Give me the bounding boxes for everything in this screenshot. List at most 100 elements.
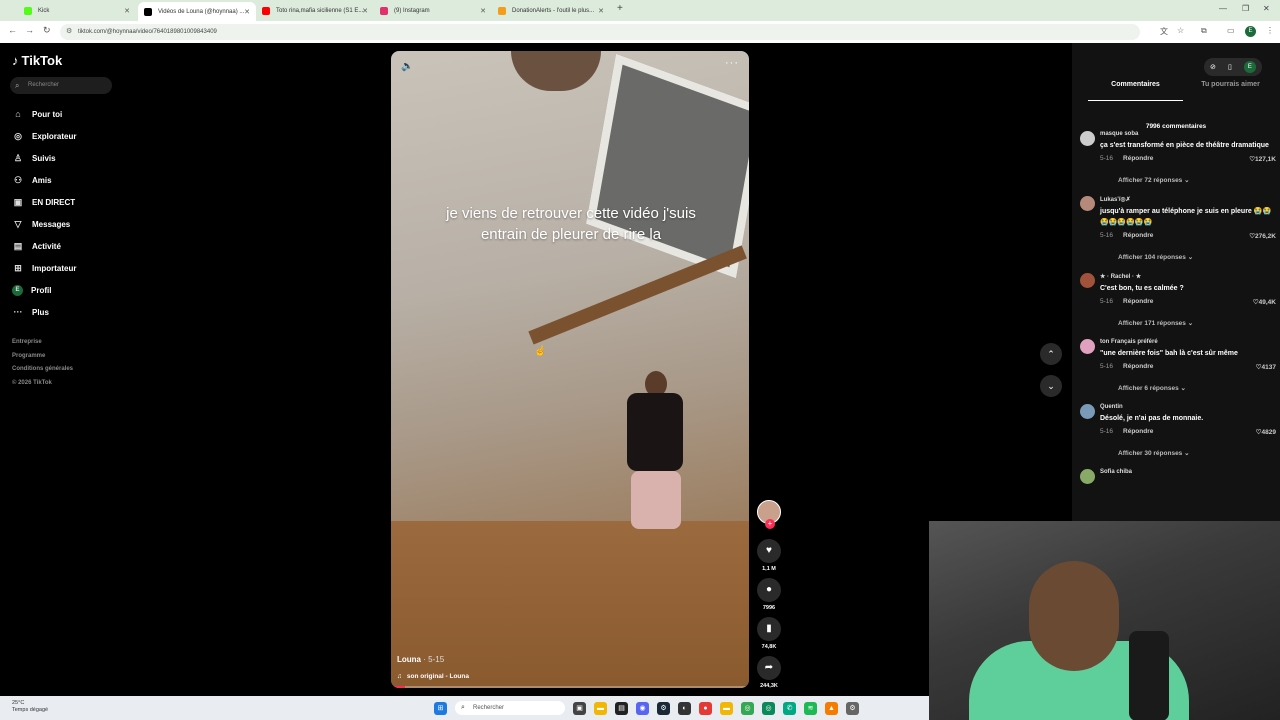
translate-icon[interactable]: 文	[1160, 26, 1168, 37]
close-tab-icon[interactable]: ✕	[362, 7, 368, 15]
show-replies-button[interactable]: Afficher 171 réponses ⌄	[1100, 319, 1276, 327]
video-progress-bar[interactable]	[391, 686, 749, 688]
commenter-name[interactable]: ton Français préféré	[1100, 339, 1276, 345]
sidebar-item-profil[interactable]: E Profil	[12, 279, 76, 301]
browser-tab[interactable]: Toto rina,mafia sicilienne (S1 E... ✕	[256, 3, 374, 18]
chrome-icon[interactable]: ◎	[741, 701, 754, 715]
like-action[interactable]: ♥ 1,1 M	[756, 539, 782, 578]
commenter-name[interactable]: Lukas'/◎✗	[1100, 196, 1276, 203]
commenter-avatar[interactable]	[1080, 273, 1095, 288]
profile-avatar[interactable]: E	[1245, 26, 1256, 37]
save-action[interactable]: ▮ 74,8K	[756, 617, 782, 656]
sidebar-item-amis[interactable]: ⚇ Amis	[12, 169, 76, 191]
browser-tab-active[interactable]: Vidéos de Louna (@hoynnaa) ... ✕	[138, 2, 256, 21]
browser-menu-icon[interactable]: ⋮	[1266, 26, 1274, 35]
sound-link[interactable]: ♫ son original - Louna	[397, 673, 469, 680]
url-field[interactable]: ⚙ tiktok.com/@hoynnaa/video/764018980100…	[60, 24, 1140, 40]
show-replies-button[interactable]: Afficher 72 réponses ⌄	[1100, 176, 1276, 184]
comment-like-button[interactable]: ♡4137	[1256, 363, 1276, 371]
share-action[interactable]: ➦ 244,3K	[756, 656, 782, 695]
sidebar-item-activite[interactable]: ▤ Activité	[12, 235, 76, 257]
sidebar-item-messages[interactable]: ▽ Messages	[12, 213, 76, 235]
panel-profile-avatar[interactable]: E	[1243, 61, 1256, 73]
close-window-icon[interactable]: ✕	[1263, 4, 1270, 13]
discord-icon[interactable]: ◉	[636, 701, 649, 715]
chrome-profile-icon[interactable]: ◎	[762, 701, 775, 715]
site-info-icon[interactable]: ⚙	[66, 24, 72, 40]
author-avatar-action[interactable]: +	[756, 500, 782, 539]
reply-button[interactable]: Répondre	[1123, 363, 1153, 370]
tab-suggested[interactable]: Tu pourrais aimer	[1183, 81, 1278, 101]
footer-link[interactable]: Entreprise	[12, 336, 73, 350]
close-tab-icon[interactable]: ✕	[244, 8, 250, 16]
browser-tab[interactable]: Kick ✕	[18, 3, 136, 18]
terminal-icon[interactable]: ▤	[615, 701, 628, 715]
search-input[interactable]: ⌕ Rechercher	[10, 77, 112, 94]
comment-like-button[interactable]: ♡127,1K	[1249, 155, 1276, 163]
sidebar-item-pour-toi[interactable]: ⌂ Pour toi	[12, 103, 76, 125]
reload-icon[interactable]: ↻	[43, 25, 51, 36]
sidebar-item-importateur[interactable]: ⊞ Importateur	[12, 257, 76, 279]
close-tab-icon[interactable]: ✕	[598, 7, 604, 15]
steam-icon[interactable]: ⚙	[657, 701, 670, 715]
share-icon[interactable]: ➦	[757, 656, 781, 680]
phone-icon[interactable]: ▯	[1228, 63, 1232, 71]
comment-like-button[interactable]: ♡4829	[1256, 428, 1276, 436]
sidebar-item-explorateur[interactable]: ◎ Explorateur	[12, 125, 76, 147]
heart-icon[interactable]: ♥	[757, 539, 781, 563]
sidebar-item-suivis[interactable]: ♙ Suivis	[12, 147, 76, 169]
extensions-icon[interactable]: ⧉	[1201, 26, 1207, 36]
minimize-icon[interactable]: —	[1219, 4, 1227, 13]
browser-tab[interactable]: DonationAlerts - l'outil le plus... ✕	[492, 3, 610, 18]
commenter-avatar[interactable]	[1080, 196, 1095, 211]
browser-tab[interactable]: (9) Instagram ✕	[374, 3, 492, 18]
comment-icon[interactable]: ●	[757, 578, 781, 602]
close-tab-icon[interactable]: ✕	[124, 7, 130, 15]
tiktok-logo[interactable]: ♪ TikTok	[12, 53, 62, 68]
folder-icon[interactable]: ▬	[720, 701, 733, 715]
commenter-avatar[interactable]	[1080, 339, 1095, 354]
bookmark-icon[interactable]: ▮	[757, 617, 781, 641]
commenter-name[interactable]: ★ · Rachel · ★	[1100, 273, 1276, 280]
maximize-icon[interactable]: ❐	[1242, 4, 1249, 13]
commenter-avatar[interactable]	[1080, 131, 1095, 146]
tab-comments[interactable]: Commentaires	[1088, 81, 1183, 101]
commenter-name[interactable]: Sofia chiba	[1100, 469, 1276, 475]
author-avatar[interactable]: +	[757, 500, 781, 529]
file-explorer-icon[interactable]: ▬	[594, 701, 607, 715]
spotify-icon[interactable]: ≋	[804, 701, 817, 715]
settings-icon[interactable]: ⚙	[846, 701, 859, 715]
commenter-name[interactable]: masque soba	[1100, 131, 1276, 137]
commenter-avatar[interactable]	[1080, 469, 1095, 484]
follow-plus-icon[interactable]: +	[765, 519, 775, 529]
sidebar-item-plus[interactable]: ··· Plus	[12, 301, 76, 323]
show-replies-button[interactable]: Afficher 104 réponses ⌄	[1100, 253, 1276, 261]
reply-button[interactable]: Répondre	[1123, 155, 1153, 162]
next-video-chevron-down-icon[interactable]: ⌄	[1040, 375, 1062, 397]
vlc-icon[interactable]: ▲	[825, 701, 838, 715]
video-author[interactable]: Louna · 5-15	[397, 655, 444, 664]
reply-button[interactable]: Répondre	[1123, 428, 1153, 435]
obs-icon[interactable]: ●	[699, 701, 712, 715]
task-view-icon[interactable]: ▣	[573, 701, 586, 715]
sidebar-icon[interactable]: ▭	[1227, 26, 1235, 35]
taskbar-search[interactable]: ⌕ Rechercher	[455, 701, 565, 715]
compass-icon[interactable]: ⊘	[1210, 63, 1216, 71]
previous-video-chevron-up-icon[interactable]: ⌃	[1040, 343, 1062, 365]
sidebar-item-en-direct[interactable]: ▣ EN DIRECT	[12, 191, 76, 213]
volume-icon[interactable]: 🔈	[401, 61, 413, 72]
windows-start-icon[interactable]: ⊞	[434, 701, 447, 715]
back-icon[interactable]: ←	[8, 25, 17, 35]
video-player[interactable]: 🔈 ··· je viens de retrouver cette vidéo …	[391, 51, 749, 688]
forward-icon[interactable]: →	[25, 25, 34, 35]
show-replies-button[interactable]: Afficher 30 réponses ⌄	[1100, 449, 1276, 457]
comment-like-button[interactable]: ♡276,2K	[1249, 232, 1276, 240]
weather-widget[interactable]: 25°C Temps dégagé	[12, 700, 48, 714]
whatsapp-icon[interactable]: ✆	[783, 701, 796, 715]
comment-like-button[interactable]: ♡49,4K	[1253, 298, 1276, 306]
bookmark-star-icon[interactable]: ☆	[1177, 26, 1184, 35]
more-options-icon[interactable]: ···	[725, 57, 739, 69]
comment-action[interactable]: ● 7996	[756, 578, 782, 617]
footer-link[interactable]: Conditions générales	[12, 363, 73, 377]
reply-button[interactable]: Répondre	[1123, 232, 1153, 239]
